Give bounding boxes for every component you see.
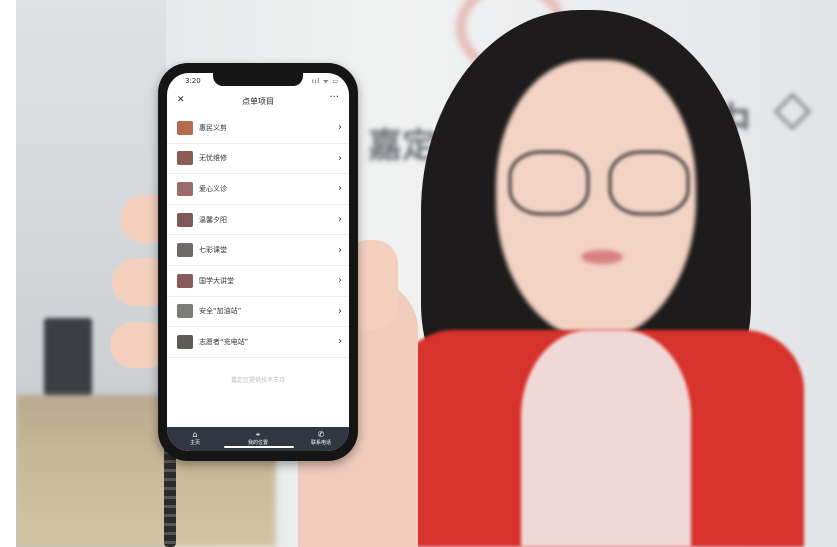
item-label: 无忧维修 <box>199 154 227 163</box>
home-indicator <box>224 446 294 448</box>
list-item[interactable]: 志愿者“充电站” › <box>167 327 349 358</box>
more-icon[interactable]: ··· <box>329 92 339 103</box>
smartphone: 3:20 ııl ᯤ ▭ ✕ 点单项目 ··· 惠民义剪 › 无忧维修 › 爱心… <box>158 63 358 461</box>
home-icon: ⌂ <box>192 430 198 439</box>
chevron-right-icon: › <box>338 336 342 348</box>
nav-bar: ✕ 点单项目 ··· <box>167 91 349 111</box>
tab-home[interactable]: ⌂ 主页 <box>170 430 220 446</box>
person-lips <box>581 250 623 264</box>
item-label: 温馨夕阳 <box>199 215 227 224</box>
tab-label: 主页 <box>189 440 200 446</box>
list-item[interactable]: 无忧维修 › <box>167 144 349 175</box>
list-item[interactable]: 安全“加油站” › <box>167 297 349 328</box>
chevron-right-icon: › <box>338 152 342 164</box>
service-list: 惠民义剪 › 无忧维修 › 爱心义诊 › 温馨夕阳 › 七彩课堂 › 国学大讲堂… <box>167 113 349 358</box>
item-thumbnail <box>177 212 193 227</box>
tab-label: 联系电话 <box>310 440 331 446</box>
glasses-right-lens <box>608 150 690 216</box>
location-pin-icon: ⌖ <box>255 430 261 439</box>
list-item[interactable]: 七彩课堂 › <box>167 235 349 266</box>
chevron-right-icon: › <box>338 183 342 195</box>
item-label: 惠民义剪 <box>199 123 227 132</box>
item-thumbnail <box>177 243 193 258</box>
item-thumbnail <box>177 273 193 288</box>
list-item[interactable]: 爱心义诊 › <box>167 174 349 205</box>
list-item[interactable]: 温馨夕阳 › <box>167 205 349 236</box>
chevron-right-icon: › <box>338 275 342 287</box>
item-thumbnail <box>177 304 193 319</box>
signal-battery-icon: ııl ᯤ ▭ <box>312 78 339 85</box>
item-label: 爱心义诊 <box>199 184 227 193</box>
chevron-right-icon: › <box>338 305 342 317</box>
chevron-right-icon: › <box>338 244 342 256</box>
tab-contact-phone[interactable]: ✆ 联系电话 <box>296 430 346 446</box>
list-item[interactable]: 惠民义剪 › <box>167 113 349 144</box>
list-item[interactable]: 国学大讲堂 › <box>167 266 349 297</box>
item-thumbnail <box>177 334 193 349</box>
status-bar: 3:20 ııl ᯤ ▭ <box>167 73 349 89</box>
page-title: 点单项目 <box>242 97 274 106</box>
status-time: 3:20 <box>185 77 201 85</box>
phone-icon: ✆ <box>317 430 325 439</box>
item-thumbnail <box>177 120 193 135</box>
chevron-right-icon: › <box>338 214 342 226</box>
background-monitor <box>44 318 92 398</box>
item-thumbnail <box>177 181 193 196</box>
footer-note: 嘉定区提供技术支持 <box>230 377 285 384</box>
item-label: 七彩课堂 <box>199 246 227 255</box>
tab-my-location[interactable]: ⌖ 我的位置 <box>233 430 283 446</box>
phone-screen: 3:20 ııl ᯤ ▭ ✕ 点单项目 ··· 惠民义剪 › 无忧维修 › 爱心… <box>167 73 349 451</box>
item-thumbnail <box>177 151 193 166</box>
chevron-right-icon: › <box>338 122 342 134</box>
tab-bar: ⌂ 主页 ⌖ 我的位置 ✆ 联系电话 <box>167 427 349 451</box>
item-label: 国学大讲堂 <box>199 276 234 285</box>
glasses-left-lens <box>508 150 590 216</box>
item-label: 安全“加油站” <box>199 307 242 316</box>
pink-hoodie <box>521 330 691 547</box>
background-sign-logo: ◇ <box>774 80 811 136</box>
item-label: 志愿者“充电站” <box>199 337 249 346</box>
